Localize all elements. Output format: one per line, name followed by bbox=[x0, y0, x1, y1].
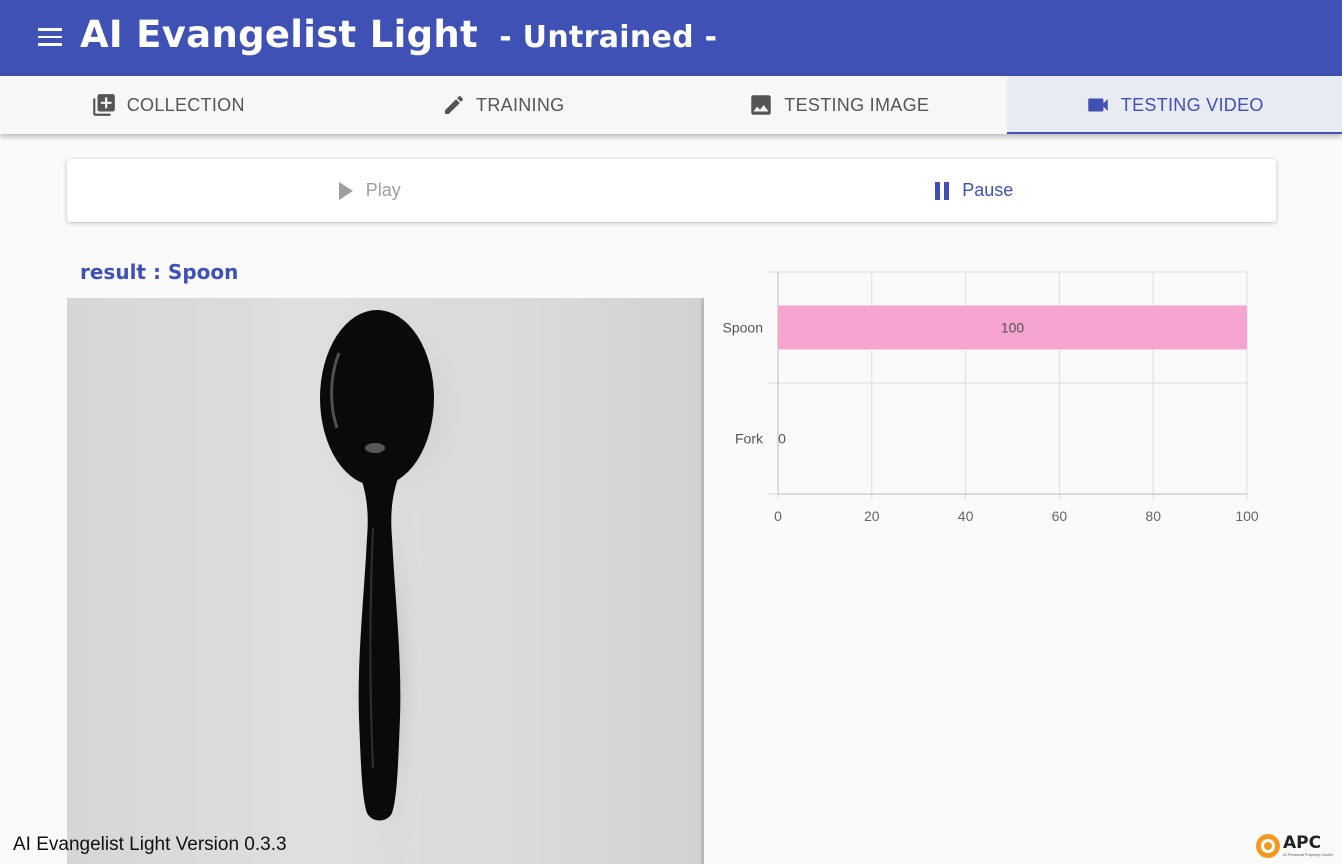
apc-logo-text: APC bbox=[1283, 833, 1322, 853]
app-title-status: - Untrained - bbox=[499, 20, 718, 55]
x-tick-label: 40 bbox=[958, 508, 974, 524]
data-label: 0 bbox=[778, 431, 786, 447]
x-tick-label: 0 bbox=[774, 508, 782, 524]
x-tick-label: 100 bbox=[1235, 508, 1259, 524]
apc-logo-icon bbox=[1256, 834, 1280, 858]
pause-button-label: Pause bbox=[962, 180, 1014, 200]
x-tick-label: 20 bbox=[864, 508, 880, 524]
prediction-chart: 0 20 40 60 80 100 Spoon 100 Fork 0 bbox=[723, 271, 1259, 524]
app-title: AI Evangelist Light - Untrained - bbox=[80, 13, 717, 56]
play-button-label: Play bbox=[365, 180, 401, 200]
add-to-photos-icon bbox=[92, 94, 115, 116]
category-label: Fork bbox=[735, 431, 764, 447]
tab-testing-video-label: TESTING VIDEO bbox=[1120, 94, 1264, 115]
tab-collection[interactable]: COLLECTION bbox=[0, 76, 336, 134]
result-label: result : Spoon bbox=[80, 260, 239, 284]
image-icon bbox=[751, 95, 772, 115]
apc-logo: APC AI Personal Property Center bbox=[1255, 832, 1335, 860]
tab-training-label: TRAINING bbox=[476, 94, 565, 115]
play-button[interactable]: Play bbox=[67, 159, 672, 222]
main-tabs: COLLECTION TRAINING TESTING IMAGE TESTIN… bbox=[0, 76, 1342, 134]
app-title-main: AI Evangelist Light bbox=[80, 13, 478, 56]
video-feed bbox=[67, 298, 704, 864]
spoon-image bbox=[317, 298, 477, 864]
video-edge bbox=[701, 298, 704, 864]
video-controls: Play Pause bbox=[67, 159, 1276, 222]
category-label: Spoon bbox=[723, 320, 763, 336]
play-icon bbox=[338, 181, 353, 200]
apc-logo-subtext: AI Personal Property Center bbox=[1283, 852, 1334, 857]
tab-testing-image-label: TESTING IMAGE bbox=[784, 94, 930, 115]
pause-icon bbox=[935, 181, 950, 200]
x-tick-label: 60 bbox=[1052, 508, 1068, 524]
pause-button[interactable]: Pause bbox=[672, 159, 1277, 222]
hamburger-menu-icon[interactable] bbox=[38, 28, 62, 46]
tab-training[interactable]: TRAINING bbox=[336, 76, 672, 134]
version-text: AI Evangelist Light Version 0.3.3 bbox=[13, 834, 287, 855]
tab-collection-label: COLLECTION bbox=[126, 94, 245, 115]
app-bar: AI Evangelist Light - Untrained - bbox=[0, 0, 1342, 76]
videocam-icon bbox=[1088, 98, 1108, 112]
tab-testing-image[interactable]: TESTING IMAGE bbox=[671, 76, 1007, 134]
data-label: 100 bbox=[1001, 320, 1025, 336]
pencil-icon bbox=[445, 95, 464, 114]
tab-testing-video[interactable]: TESTING VIDEO bbox=[1006, 76, 1342, 134]
x-tick-label: 80 bbox=[1145, 508, 1161, 524]
